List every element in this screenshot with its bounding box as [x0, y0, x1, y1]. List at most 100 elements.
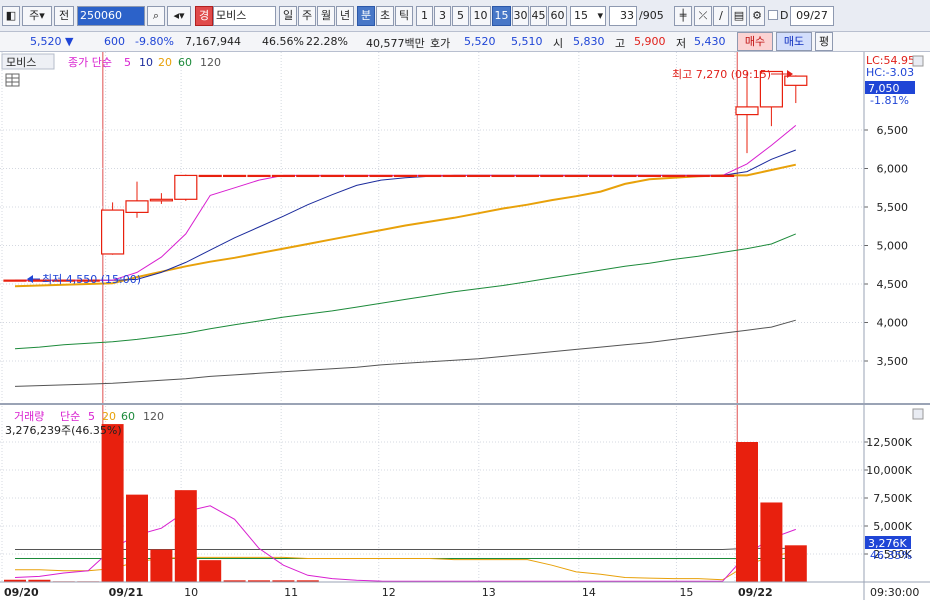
candle-body	[369, 174, 393, 178]
price-tick-label: 4,000	[877, 317, 909, 330]
candle-body	[271, 174, 295, 178]
candle-body	[320, 174, 344, 178]
total-count: /905	[639, 9, 664, 22]
x-tick-label: 09/22	[738, 586, 773, 599]
volume-bar	[150, 549, 173, 582]
price-tick-label: 5,500	[877, 201, 909, 214]
search-icon[interactable]: ⌕	[147, 6, 165, 26]
crosshair-icon[interactable]: ⤫	[694, 6, 712, 26]
buy-button[interactable]: 매수	[737, 32, 773, 51]
tab-year[interactable]: 년	[336, 6, 354, 26]
bid-price: 5,510	[511, 35, 543, 48]
candle-type-icon[interactable]: ╪	[674, 6, 692, 26]
price-ma-20: 20	[158, 56, 172, 69]
stock-code-input[interactable]: 250060	[77, 6, 145, 26]
low-annotation: 최저 4,550 (15:00)	[42, 273, 141, 286]
price-ma-120: 120	[200, 56, 221, 69]
speaker-icon[interactable]: ◂▾	[167, 6, 191, 26]
chart-type-icon[interactable]: ◧	[2, 6, 20, 26]
period-select[interactable]: 주▾	[22, 6, 52, 26]
minute-10[interactable]: 10	[470, 6, 491, 26]
price-ma-5: 5	[124, 56, 131, 69]
minute-60[interactable]: 60	[548, 6, 567, 26]
volume-tick-label: 5,000K	[873, 520, 912, 533]
chevron-down-icon: ▾	[597, 9, 603, 22]
period-select-label: 주	[29, 9, 40, 22]
tab-day[interactable]: 일	[279, 6, 297, 26]
candle-body	[491, 174, 515, 178]
minute-15[interactable]: 15	[492, 6, 511, 26]
volume-bar	[126, 494, 148, 582]
prev-button[interactable]: 전	[54, 6, 74, 26]
save-icon[interactable]: ▤	[731, 6, 747, 26]
price-tick-label: 6,000	[877, 163, 909, 176]
tab-month[interactable]: 월	[317, 6, 335, 26]
x-axis-time: 09:30:00	[870, 586, 919, 599]
chart-area[interactable]: 6,500 6,000 5,500 5,000 4,500 4,000 3,500 12,50…	[0, 52, 930, 600]
volume-bar	[736, 442, 758, 582]
tab-minute[interactable]: 분	[357, 6, 375, 26]
quote-bar: 5,520 ▼ 600 -9.80% 7,167,944 46.56% 22.2…	[0, 32, 930, 52]
price-ma-10: 10	[139, 56, 153, 69]
candle-body	[710, 174, 735, 178]
hoga-label: 호가	[430, 37, 451, 50]
minute-5[interactable]: 5	[452, 6, 469, 26]
minute-3[interactable]: 3	[434, 6, 451, 26]
current-price-value: 5,520	[30, 35, 62, 48]
high-label: 고	[615, 37, 626, 50]
hc-label: HC:-3.03	[866, 66, 914, 79]
x-tick-label: 09/21	[109, 586, 144, 599]
tab-week[interactable]: 주	[298, 6, 316, 26]
date-checkbox[interactable]	[768, 10, 778, 20]
low-label: 저	[676, 37, 687, 50]
x-tick-label: 12	[382, 586, 396, 599]
maximize-icon[interactable]	[912, 55, 924, 67]
volume-bar	[784, 545, 807, 582]
trade-value: 40,577백만	[366, 37, 425, 50]
price-tick-label: 4,500	[877, 278, 909, 291]
low-price: 5,430	[694, 35, 726, 48]
date-checkbox-label: D	[780, 9, 789, 22]
ask-price: 5,520	[464, 35, 496, 48]
volume-tick-label: 10,000K	[866, 464, 912, 477]
price-ma-label: 종가 단순	[68, 56, 112, 69]
minute-45[interactable]: 45	[530, 6, 547, 26]
sell-button[interactable]: 매도	[776, 32, 812, 51]
candle-body	[393, 174, 417, 178]
minute-1[interactable]: 1	[416, 6, 433, 26]
count-field[interactable]: 33	[609, 6, 637, 26]
candle-body	[418, 174, 442, 178]
candle-body	[100, 209, 125, 255]
gear-icon[interactable]: ⚙	[749, 6, 765, 26]
stock-name-field[interactable]: 모비스	[213, 6, 276, 26]
x-tick-label: 14	[582, 586, 596, 599]
high-annotation: 최고 7,270 (09:15)	[672, 68, 771, 81]
minute-select[interactable]: 15 ▾	[570, 6, 606, 26]
candle-body	[540, 174, 564, 178]
volume-tick-label: 7,500K	[873, 492, 912, 505]
minute-30[interactable]: 30	[512, 6, 529, 26]
price-tick-label: 3,500	[877, 355, 909, 368]
candle-body	[345, 174, 369, 178]
date-field[interactable]: 09/27	[790, 6, 834, 26]
volume-bar	[174, 490, 197, 582]
candle-body	[125, 200, 149, 213]
volume-tick-label: 12,500K	[866, 436, 912, 449]
candle-body	[467, 174, 491, 178]
candle-body	[174, 174, 198, 200]
toolbar: ◧ 주▾ 전 250060 ⌕ ◂▾ 경 모비스 일 주 월 년 분 초 틱 1…	[0, 0, 930, 32]
minute-select-value: 15	[574, 9, 588, 22]
close-icon[interactable]	[912, 408, 924, 420]
volume-ratio: 46.56%	[262, 35, 304, 48]
x-tick-label: 15	[679, 586, 693, 599]
tab-tick[interactable]: 틱	[395, 6, 413, 26]
volume-bar	[760, 502, 783, 582]
tab-second[interactable]: 초	[376, 6, 394, 26]
price-ma-60: 60	[178, 56, 192, 69]
drawing-icon[interactable]: ∕	[713, 6, 729, 26]
candle-body	[662, 174, 686, 178]
eval-button[interactable]: 평	[815, 32, 833, 51]
x-tick-label: 13	[482, 586, 496, 599]
volume-bar	[101, 424, 124, 582]
x-tick-label: 09/20	[4, 586, 39, 599]
